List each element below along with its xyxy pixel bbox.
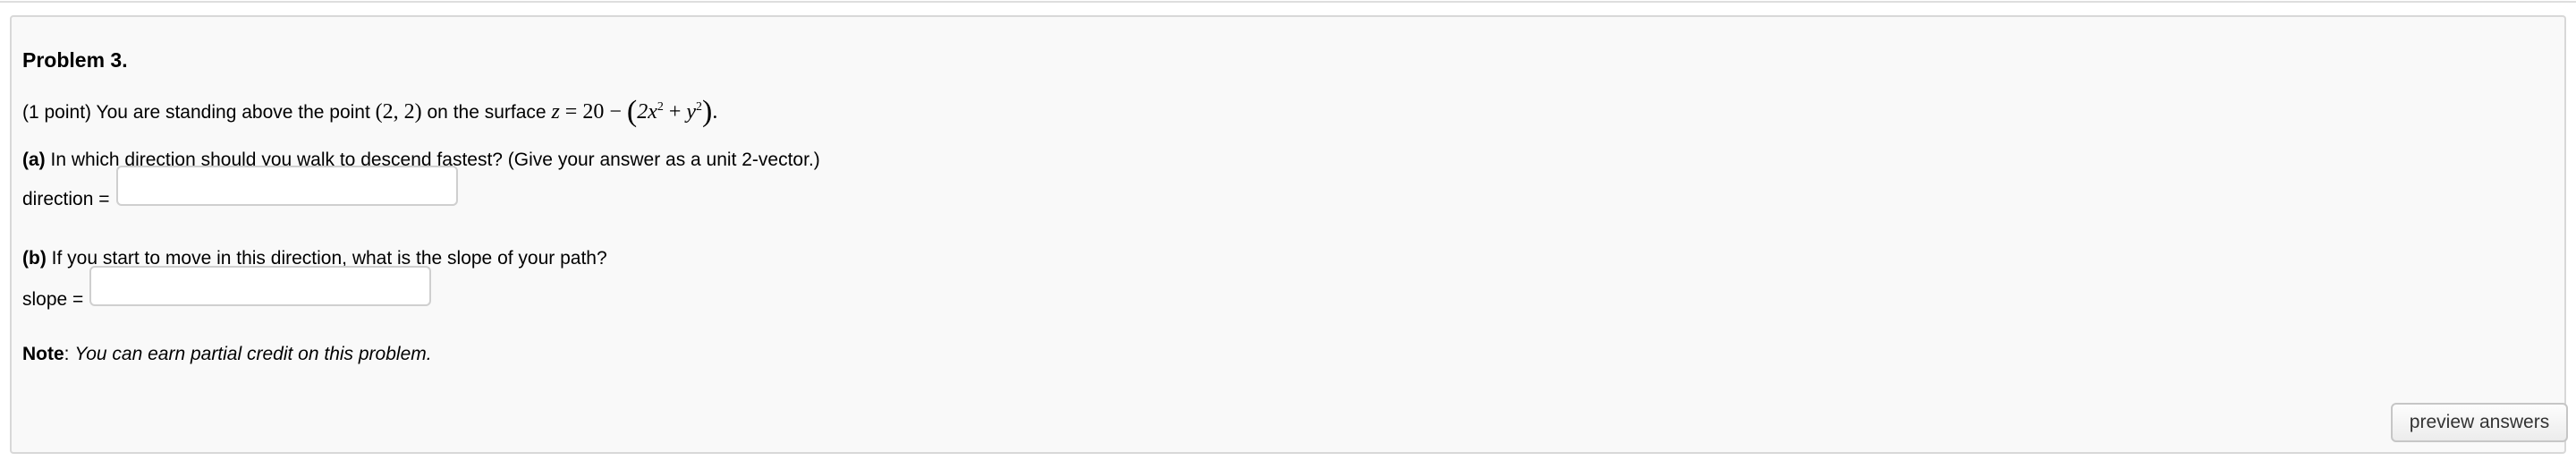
note-colon: :	[64, 344, 70, 364]
problem-panel: Problem 3. (1 point) You are standing ab…	[10, 15, 2568, 454]
preview-answers-button[interactable]: preview answers	[2391, 403, 2568, 442]
intro-text-2: on the surface	[427, 102, 547, 123]
surface-exponent-2: 2	[696, 100, 703, 114]
surface-plus: +	[668, 100, 682, 124]
surface-exponent-1: 2	[657, 100, 664, 114]
note: Note: You can earn partial credit on thi…	[22, 342, 432, 367]
problem-title: Problem 3.	[22, 48, 128, 72]
surface-equals: = 20 −	[564, 100, 622, 124]
surface-term-1: 2x	[637, 100, 657, 124]
intro-text: You are standing above the point	[96, 102, 370, 123]
surface-equation: z = 20 − (2x2 + y2).	[551, 97, 718, 127]
part-b-label: (b)	[22, 248, 47, 269]
top-divider	[0, 0, 2576, 3]
note-text: You can earn partial credit on this prob…	[74, 344, 432, 364]
slope-input[interactable]	[89, 266, 431, 306]
points-label: (1 point)	[22, 102, 92, 123]
surface-term-2: y	[686, 100, 697, 124]
surface-z: z	[551, 100, 560, 124]
problem-statement: (1 point) You are standing above the poi…	[22, 97, 718, 127]
surface-open-paren: (	[626, 95, 638, 128]
point-coordinates: (2, 2)	[375, 100, 422, 124]
part-a-label: (a)	[22, 149, 46, 170]
slope-label: slope =	[22, 289, 84, 310]
surface-period: .	[712, 100, 718, 124]
direction-input[interactable]	[116, 166, 458, 206]
note-label: Note	[22, 344, 64, 364]
direction-label: direction =	[22, 189, 110, 209]
surface-close-paren: )	[702, 95, 713, 128]
